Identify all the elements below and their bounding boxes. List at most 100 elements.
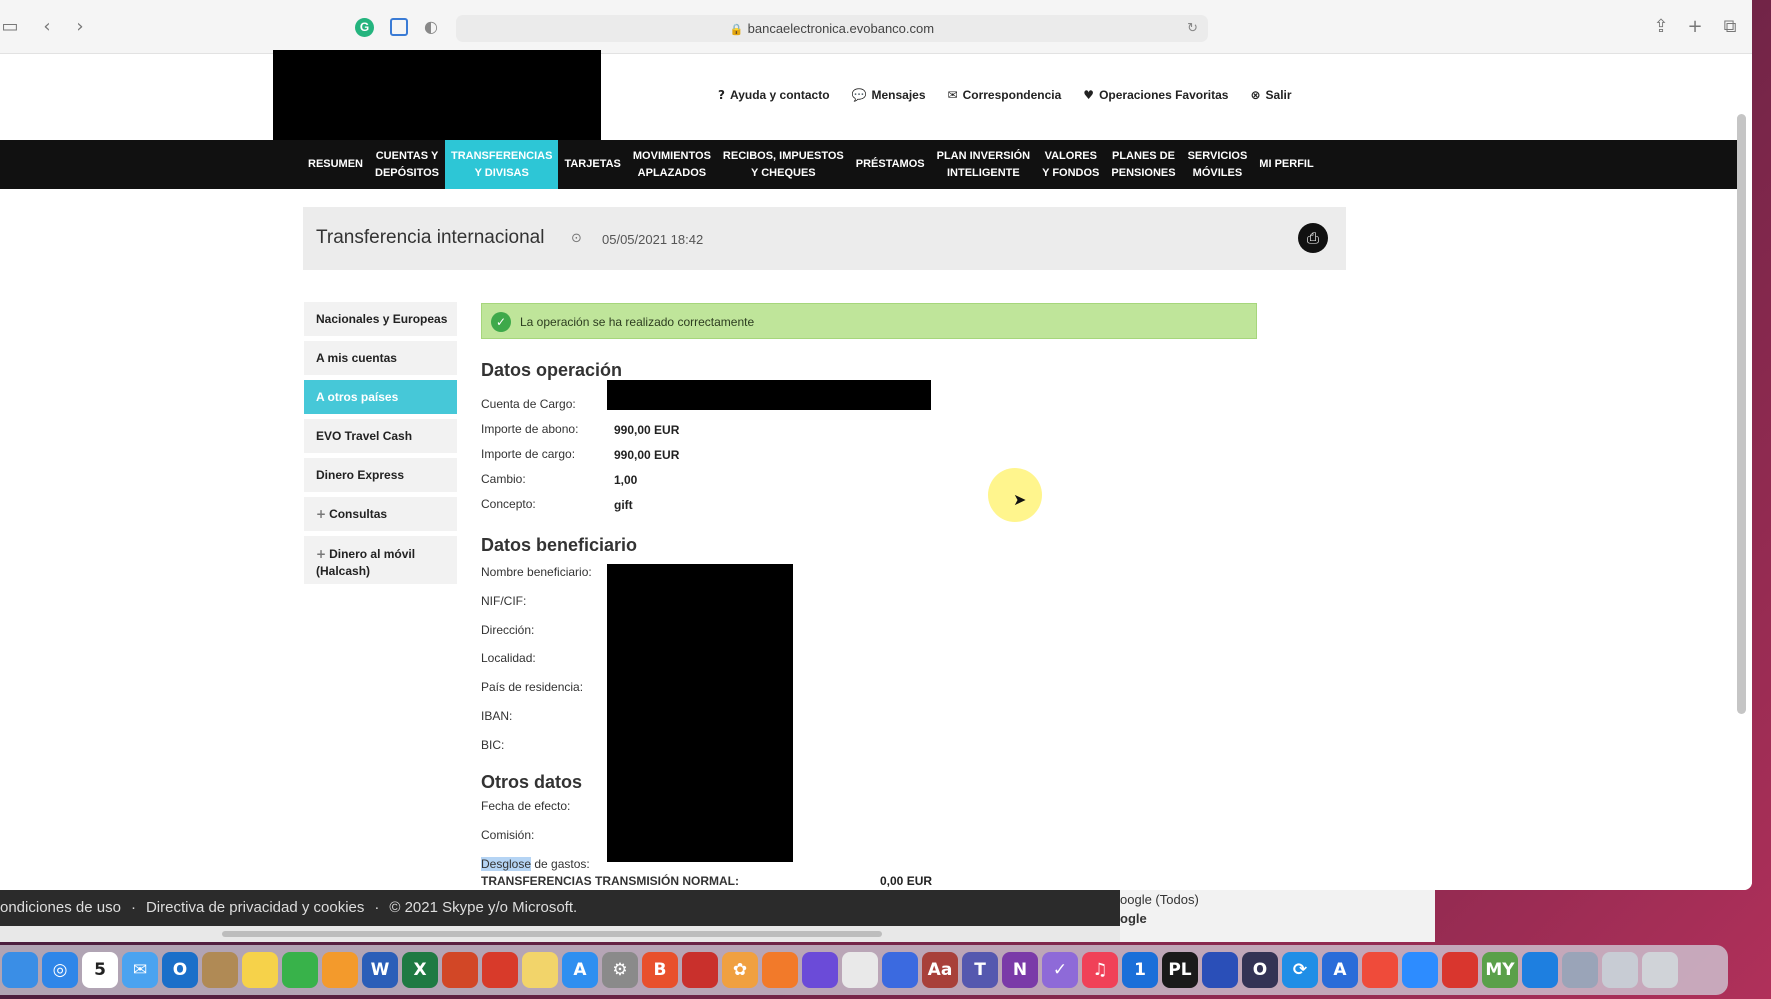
trash-icon[interactable] — [1642, 952, 1678, 988]
skype-side-panel: oogle (Todos) ogle — [1120, 890, 1435, 942]
powerpoint-icon[interactable] — [442, 952, 478, 988]
mail-icon[interactable]: ✉ — [122, 952, 158, 988]
section-otros-datos: Otros datos — [481, 772, 583, 792]
top-link-label: Mensajes — [871, 88, 926, 102]
safari-icon[interactable]: ◎ — [42, 952, 78, 988]
pages-icon[interactable] — [322, 952, 358, 988]
calendar-icon[interactable]: 5 — [82, 952, 118, 988]
skype-line-1: oogle (Todos) — [1120, 892, 1199, 907]
finder-icon[interactable] — [2, 952, 38, 988]
op-label-2: Importe de cargo: — [481, 447, 576, 461]
pycharm-icon[interactable]: PL — [1162, 952, 1198, 988]
nav-item-5[interactable]: RECIBOS, IMPUESTOS Y CHEQUES — [717, 140, 850, 189]
forward-icon[interactable]: › — [70, 17, 90, 37]
teams-icon[interactable]: T — [962, 952, 998, 988]
plus-icon: + — [316, 507, 327, 521]
side-menu-item-1[interactable]: A mis cuentas — [304, 341, 457, 375]
check-icon: ✓ — [491, 312, 511, 332]
onepassword-icon[interactable]: 1 — [1122, 952, 1158, 988]
settings-icon[interactable]: ⚙ — [602, 952, 638, 988]
excel-icon[interactable]: X — [402, 952, 438, 988]
dictionary-icon[interactable]: Aa — [922, 952, 958, 988]
downloads-icon[interactable] — [1602, 952, 1638, 988]
new-tab-icon[interactable]: + — [1685, 17, 1705, 37]
side-menu-item-6[interactable]: + Dinero al móvil (Halcash) — [304, 536, 457, 584]
side-menu-item-3[interactable]: EVO Travel Cash — [304, 419, 457, 453]
nav-item-0[interactable]: RESUMEN — [302, 140, 369, 189]
side-menu-item-5[interactable]: + Consultas — [304, 497, 457, 531]
envelope-icon: ✉ — [947, 88, 958, 102]
translate-icon[interactable]: A — [1322, 952, 1358, 988]
preview-icon[interactable] — [1562, 952, 1598, 988]
skype-scrollbar[interactable] — [0, 926, 1120, 942]
nav-item-9[interactable]: PLANES DE PENSIONES — [1105, 140, 1181, 189]
vectornator-icon[interactable] — [882, 952, 918, 988]
ide-icon[interactable]: O — [1242, 952, 1278, 988]
address-bar[interactable]: 🔒 bancaelectronica.evobanco.com ↻ — [456, 15, 1208, 42]
appstore-icon[interactable]: A — [562, 952, 598, 988]
photos-icon[interactable]: ✿ — [722, 952, 758, 988]
share-icon[interactable]: ⇪ — [1651, 17, 1671, 37]
onenote-icon[interactable]: N — [1002, 952, 1038, 988]
contacts-icon[interactable] — [202, 952, 238, 988]
nav-item-11[interactable]: MI PERFIL — [1253, 140, 1319, 189]
grammarly-icon[interactable]: G — [355, 18, 374, 37]
redacted-account — [607, 380, 931, 410]
mypc-icon[interactable]: MY — [1482, 952, 1518, 988]
side-menu-label: A mis cuentas — [316, 351, 397, 365]
nav-item-4[interactable]: MOVIMIENTOS APLAZADOS — [627, 140, 717, 189]
tab-overview-icon[interactable]: ⧉ — [1720, 17, 1740, 37]
zoom-icon[interactable] — [1402, 952, 1438, 988]
top-link-0[interactable]: ? Ayuda y contacto — [718, 88, 830, 102]
firefox-icon[interactable] — [762, 952, 798, 988]
teamviewer-icon[interactable] — [1522, 952, 1558, 988]
vpn-icon[interactable] — [682, 952, 718, 988]
nav-item-2[interactable]: TRANSFERENCIAS Y DIVISAS — [445, 140, 559, 189]
folder-icon[interactable] — [522, 952, 558, 988]
chrome-icon[interactable] — [842, 952, 878, 988]
skype-footer-item-4[interactable]: © 2021 Skype y/o Microsoft. — [389, 899, 577, 916]
nav-item-1[interactable]: CUENTAS Y DEPÓSITOS — [369, 140, 445, 189]
firefox-dev-icon[interactable] — [802, 952, 838, 988]
side-menu-item-2[interactable]: A otros países — [304, 380, 457, 414]
side-menu-item-0[interactable]: Nacionales y Europeas — [304, 302, 457, 336]
tasks-icon[interactable]: ✓ — [1042, 952, 1078, 988]
side-menu-item-4[interactable]: Dinero Express — [304, 458, 457, 492]
reload-icon[interactable]: ↻ — [1187, 15, 1198, 42]
chat-icon: 💬 — [851, 88, 867, 102]
bank-page: ? Ayuda y contacto 💬 Mensajes ✉ Correspondenc… — [0, 50, 1752, 890]
top-link-4[interactable]: ⊗ Salir — [1250, 88, 1291, 102]
nav-item-10[interactable]: SERVICIOS MÓVILES — [1182, 140, 1254, 189]
numbers-icon[interactable] — [282, 952, 318, 988]
op-value-2: 990,00 EUR — [614, 448, 680, 462]
screenshot-icon[interactable] — [1442, 952, 1478, 988]
affinity-icon[interactable] — [1202, 952, 1238, 988]
acrobat-icon[interactable] — [482, 952, 518, 988]
print-button[interactable]: ⎙ — [1298, 223, 1328, 253]
top-link-1[interactable]: 💬 Mensajes — [852, 88, 926, 102]
skype-footer-item-2[interactable]: Directiva de privacidad y cookies — [146, 899, 364, 916]
top-link-2[interactable]: ✉ Correspondencia — [948, 88, 1062, 102]
notes-icon[interactable] — [242, 952, 278, 988]
privacy-shield-icon[interactable]: ◐ — [424, 17, 440, 37]
brave-icon[interactable]: B — [642, 952, 678, 988]
skype-scroll-thumb[interactable] — [222, 931, 882, 937]
outlook-icon[interactable]: O — [162, 952, 198, 988]
skype-footer-item-0[interactable]: ondiciones de uso — [0, 899, 121, 916]
heart-icon: ♥ — [1083, 88, 1095, 102]
beneficiary-label-4: País de residencia: — [481, 680, 584, 694]
nav-item-7[interactable]: PLAN INVERSIÓN INTELIGENTE — [931, 140, 1037, 189]
sync-icon[interactable]: ⟳ — [1282, 952, 1318, 988]
page-title: Transferencia internacional — [316, 227, 545, 248]
sidebar-toggle-icon[interactable]: ▭ — [0, 17, 20, 37]
word-icon[interactable]: W — [362, 952, 398, 988]
anydesk-icon[interactable] — [1362, 952, 1398, 988]
page-scrollbar[interactable] — [1737, 114, 1746, 714]
nav-item-3[interactable]: TARJETAS — [558, 140, 626, 189]
nav-item-6[interactable]: PRÉSTAMOS — [850, 140, 931, 189]
nav-item-8[interactable]: VALORES Y FONDOS — [1036, 140, 1105, 189]
top-link-3[interactable]: ♥ Operaciones Favoritas — [1083, 88, 1228, 102]
extension-icon[interactable] — [390, 18, 408, 36]
music-icon[interactable]: ♫ — [1082, 952, 1118, 988]
back-icon[interactable]: ‹ — [37, 17, 57, 37]
